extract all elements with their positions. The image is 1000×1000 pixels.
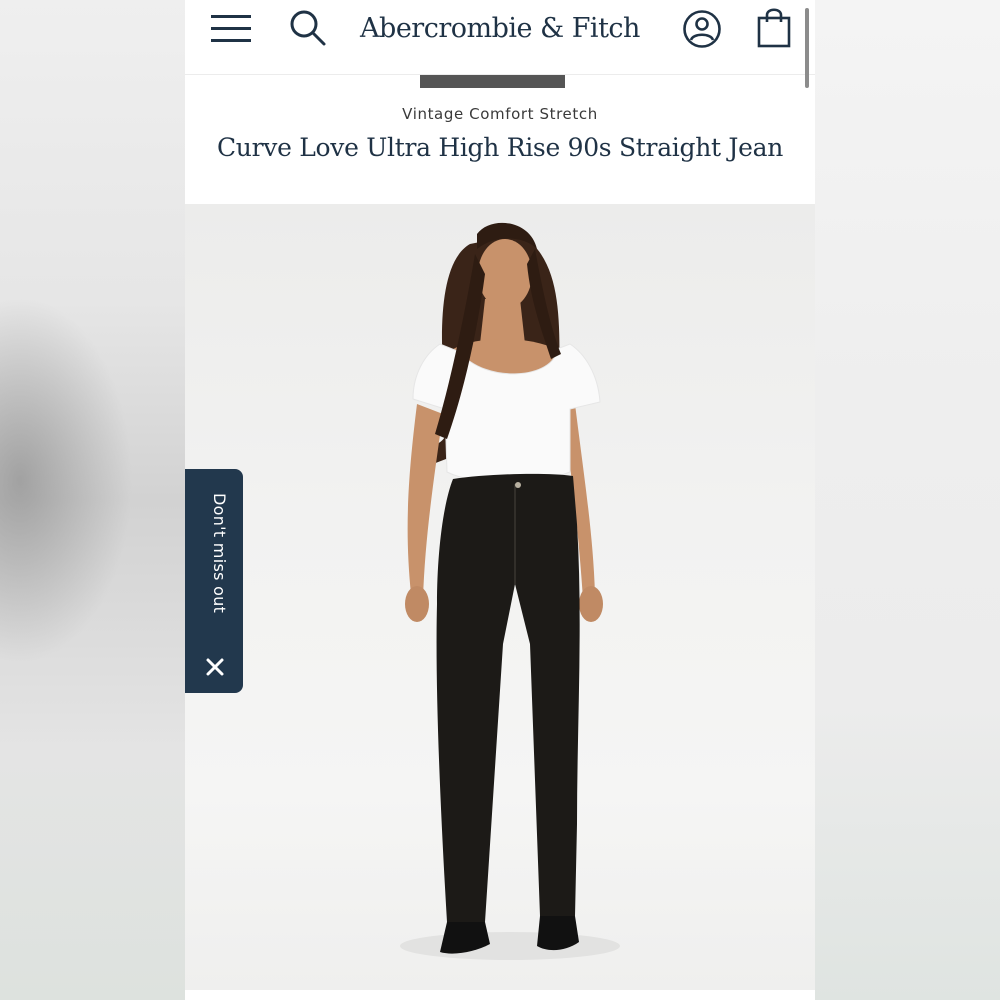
- hamburger-menu-icon[interactable]: [210, 13, 252, 45]
- promo-tab[interactable]: Don't miss out: [185, 469, 243, 693]
- shopping-bag-icon[interactable]: [756, 6, 792, 48]
- product-image[interactable]: [185, 204, 815, 990]
- page-bottom: [185, 990, 815, 1000]
- product-title: Curve Love Ultra High Rise 90s Straight …: [216, 133, 784, 162]
- image-carousel-indicator: [420, 75, 565, 88]
- user-account-icon[interactable]: [682, 9, 722, 49]
- search-icon[interactable]: [289, 9, 327, 47]
- mobile-product-page: Abercrombie & Fitch Vintage Comfort Stre…: [185, 0, 815, 1000]
- close-icon[interactable]: [205, 657, 225, 677]
- promo-label[interactable]: Don't miss out: [199, 493, 229, 633]
- backdrop-left: [0, 0, 185, 1000]
- brand-logo[interactable]: Abercrombie & Fitch: [335, 10, 665, 48]
- page-scrollbar[interactable]: [805, 8, 809, 88]
- product-collection: Vintage Comfort Stretch: [402, 105, 598, 123]
- model-photo: [400, 222, 620, 960]
- site-header: Abercrombie & Fitch: [185, 0, 815, 75]
- backdrop-right: [815, 0, 1000, 1000]
